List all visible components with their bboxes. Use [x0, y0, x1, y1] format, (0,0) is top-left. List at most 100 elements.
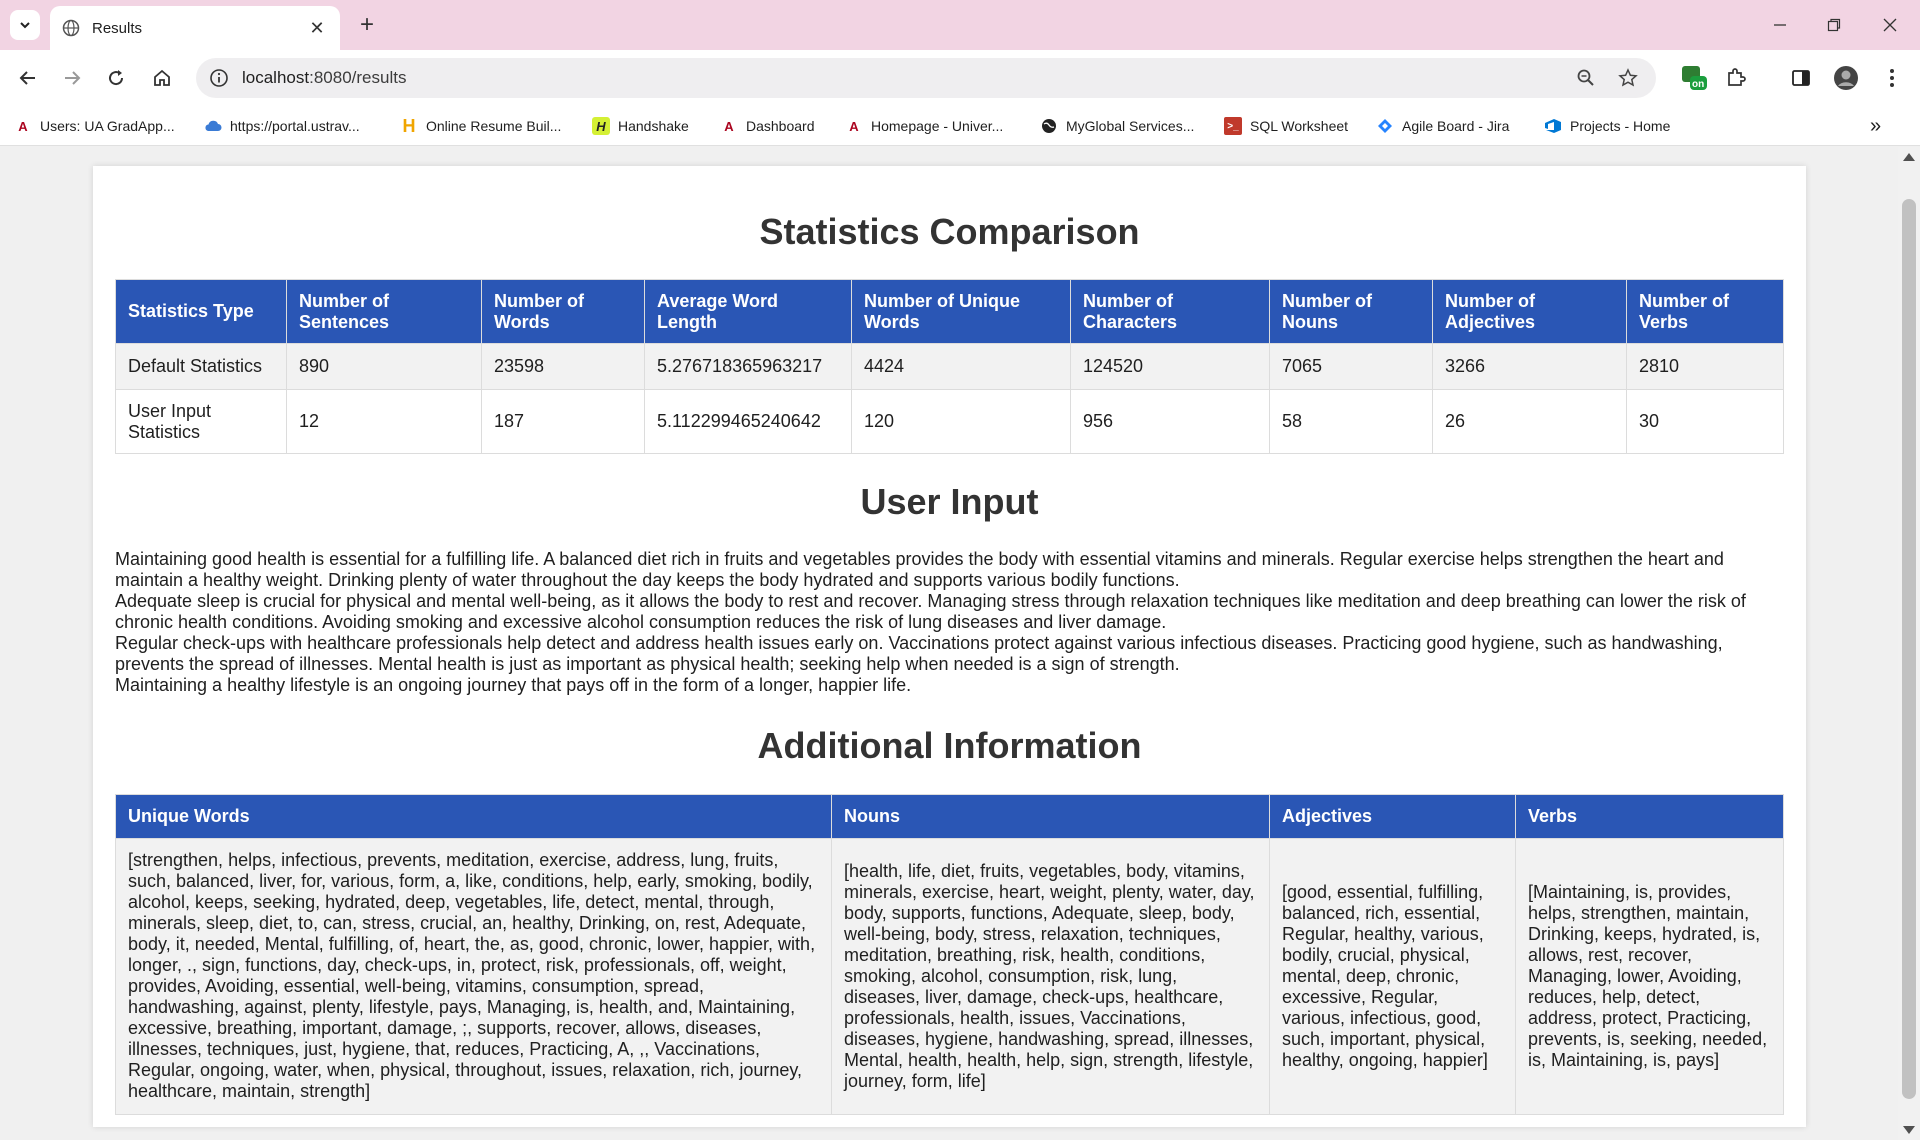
table-cell: 890: [286, 343, 482, 391]
devops-icon: [1544, 117, 1562, 135]
header-adjectives-list: Adjectives: [1269, 793, 1516, 839]
cloud-icon: [204, 117, 222, 135]
table-cell: 12: [286, 389, 482, 455]
bookmark-item[interactable]: H Online Resume Buil...: [400, 114, 562, 138]
user-input-paragraph: Maintaining a healthy lifestyle is an on…: [115, 675, 912, 696]
header-verbs-list: Verbs: [1515, 793, 1784, 839]
table-cell: 2810: [1626, 343, 1784, 391]
jira-icon: [1376, 117, 1394, 135]
ua-logo-icon: A: [724, 118, 734, 134]
url-text[interactable]: localhost:8080/results: [242, 68, 1572, 88]
bookmark-item[interactable]: Agile Board - Jira: [1376, 114, 1509, 138]
bookmark-item[interactable]: https://portal.ustrav...: [204, 114, 360, 138]
adjectives-cell: [good, essential, fulfilling, balanced, …: [1269, 837, 1516, 1115]
globe-icon: [1040, 117, 1058, 135]
terminal-icon: >_: [1224, 117, 1242, 135]
url-host: localhost: [242, 68, 310, 87]
table-cell: 124520: [1070, 343, 1270, 391]
header-verbs: Number of Verbs: [1626, 279, 1784, 345]
vertical-scrollbar[interactable]: [1898, 147, 1920, 1140]
header-unique-words: Number of Unique Words: [851, 279, 1071, 345]
tab-bar: Results ✕ +: [0, 0, 1920, 50]
unique-words-cell: [strengthen, helps, infectious, prevents…: [115, 837, 832, 1115]
globe-icon: [62, 19, 80, 37]
header-adjectives: Number of Adjectives: [1432, 279, 1627, 345]
forward-icon[interactable]: [56, 62, 88, 94]
nouns-cell: [health, life, diet, fruits, vegetables,…: [831, 837, 1270, 1115]
extensions-puzzle-icon[interactable]: [1720, 62, 1752, 94]
table-cell: 120: [851, 389, 1071, 455]
more-menu-icon[interactable]: [1876, 62, 1908, 94]
table-cell: 30: [1626, 389, 1784, 455]
bookmark-label: Projects - Home: [1570, 118, 1671, 134]
verbs-cell: [Maintaining, is, provides, helps, stren…: [1515, 837, 1784, 1115]
home-icon[interactable]: [146, 62, 178, 94]
scroll-down-arrow-icon[interactable]: [1903, 1126, 1915, 1134]
header-words: Number of Words: [481, 279, 645, 345]
statistics-table: Statistics Type Number of Sentences Numb…: [115, 279, 1784, 455]
table-row: User Input Statistics 12 187 5.112299465…: [115, 389, 1784, 455]
header-characters: Number of Characters: [1070, 279, 1270, 345]
user-input-text: Maintaining good health is essential for…: [115, 549, 1784, 696]
table-cell: User Input Statistics: [115, 389, 287, 455]
reload-icon[interactable]: [100, 62, 132, 94]
user-input-title: User Input: [860, 481, 1039, 523]
close-window-icon[interactable]: [1860, 0, 1920, 50]
bookmark-item[interactable]: A Homepage - Univer...: [845, 114, 1003, 138]
h-logo-icon: H: [402, 115, 416, 136]
chevron-down-icon: [20, 22, 30, 29]
extension-on-icon[interactable]: on: [1678, 62, 1710, 94]
bookmark-item[interactable]: A Users: UA GradApp...: [14, 114, 174, 138]
additional-info-title: Additional Information: [757, 725, 1142, 767]
back-icon[interactable]: [12, 62, 44, 94]
svg-text:on: on: [1692, 79, 1704, 90]
bookmark-label: MyGlobal Services...: [1066, 118, 1195, 134]
table-row: Default Statistics 890 23598 5.276718365…: [115, 343, 1784, 391]
bookmark-label: Handshake: [618, 118, 689, 134]
header-avg-word-length: Average Word Length: [644, 279, 852, 345]
more-bookmarks-icon[interactable]: »: [1870, 114, 1881, 138]
url-path: :8080/results: [309, 68, 407, 87]
user-input-paragraph: Maintaining good health is essential for…: [115, 549, 1724, 591]
header-nouns: Number of Nouns: [1269, 279, 1433, 345]
site-info-icon[interactable]: [208, 67, 230, 89]
scroll-thumb[interactable]: [1902, 199, 1916, 1099]
bookmark-label: https://portal.ustrav...: [230, 118, 360, 134]
table-cell: Default Statistics: [115, 343, 287, 391]
bookmark-item[interactable]: H Handshake: [592, 114, 689, 138]
bookmark-item[interactable]: A Dashboard: [720, 114, 814, 138]
tab-title: Results: [92, 19, 143, 37]
minimize-icon[interactable]: [1750, 0, 1810, 50]
address-bar[interactable]: localhost:8080/results: [196, 58, 1656, 98]
zoom-icon[interactable]: [1572, 64, 1600, 92]
table-cell: 3266: [1432, 343, 1627, 391]
side-panel-icon[interactable]: [1785, 62, 1817, 94]
table-cell: 956: [1070, 389, 1270, 455]
bookmark-label: SQL Worksheet: [1250, 118, 1349, 134]
navigation-toolbar: localhost:8080/results on: [0, 50, 1920, 106]
new-tab-button[interactable]: +: [352, 10, 382, 40]
table-cell: 187: [481, 389, 645, 455]
scroll-up-arrow-icon[interactable]: [1903, 153, 1915, 161]
table-cell: 23598: [481, 343, 645, 391]
tab-search-button[interactable]: [10, 10, 40, 40]
ua-logo-icon: A: [18, 118, 28, 134]
bookmark-item[interactable]: Projects - Home: [1544, 114, 1670, 138]
restore-icon[interactable]: [1804, 0, 1864, 50]
table-cell: 7065: [1269, 343, 1433, 391]
bookmark-item[interactable]: >_ SQL Worksheet: [1224, 114, 1348, 138]
profile-avatar-icon[interactable]: [1830, 62, 1862, 94]
additional-header-row: Unique Words Nouns Adjectives Verbs: [115, 793, 1784, 839]
bookmarks-bar: A Users: UA GradApp... https://portal.ust…: [0, 106, 1920, 146]
table-cell: 58: [1269, 389, 1433, 455]
bookmark-item[interactable]: MyGlobal Services...: [1040, 114, 1194, 138]
bookmark-label: Agile Board - Jira: [1402, 118, 1510, 134]
user-input-paragraph: Adequate sleep is crucial for physical a…: [115, 591, 1746, 633]
table-cell: 26: [1432, 389, 1627, 455]
statistics-header-row: Statistics Type Number of Sentences Numb…: [115, 279, 1784, 345]
tab-results[interactable]: Results ✕: [50, 6, 340, 50]
bookmark-label: Homepage - Univer...: [871, 118, 1004, 134]
close-tab-icon[interactable]: ✕: [306, 17, 328, 39]
table-row: [strengthen, helps, infectious, prevents…: [115, 837, 1784, 1115]
bookmark-star-icon[interactable]: [1614, 64, 1642, 92]
